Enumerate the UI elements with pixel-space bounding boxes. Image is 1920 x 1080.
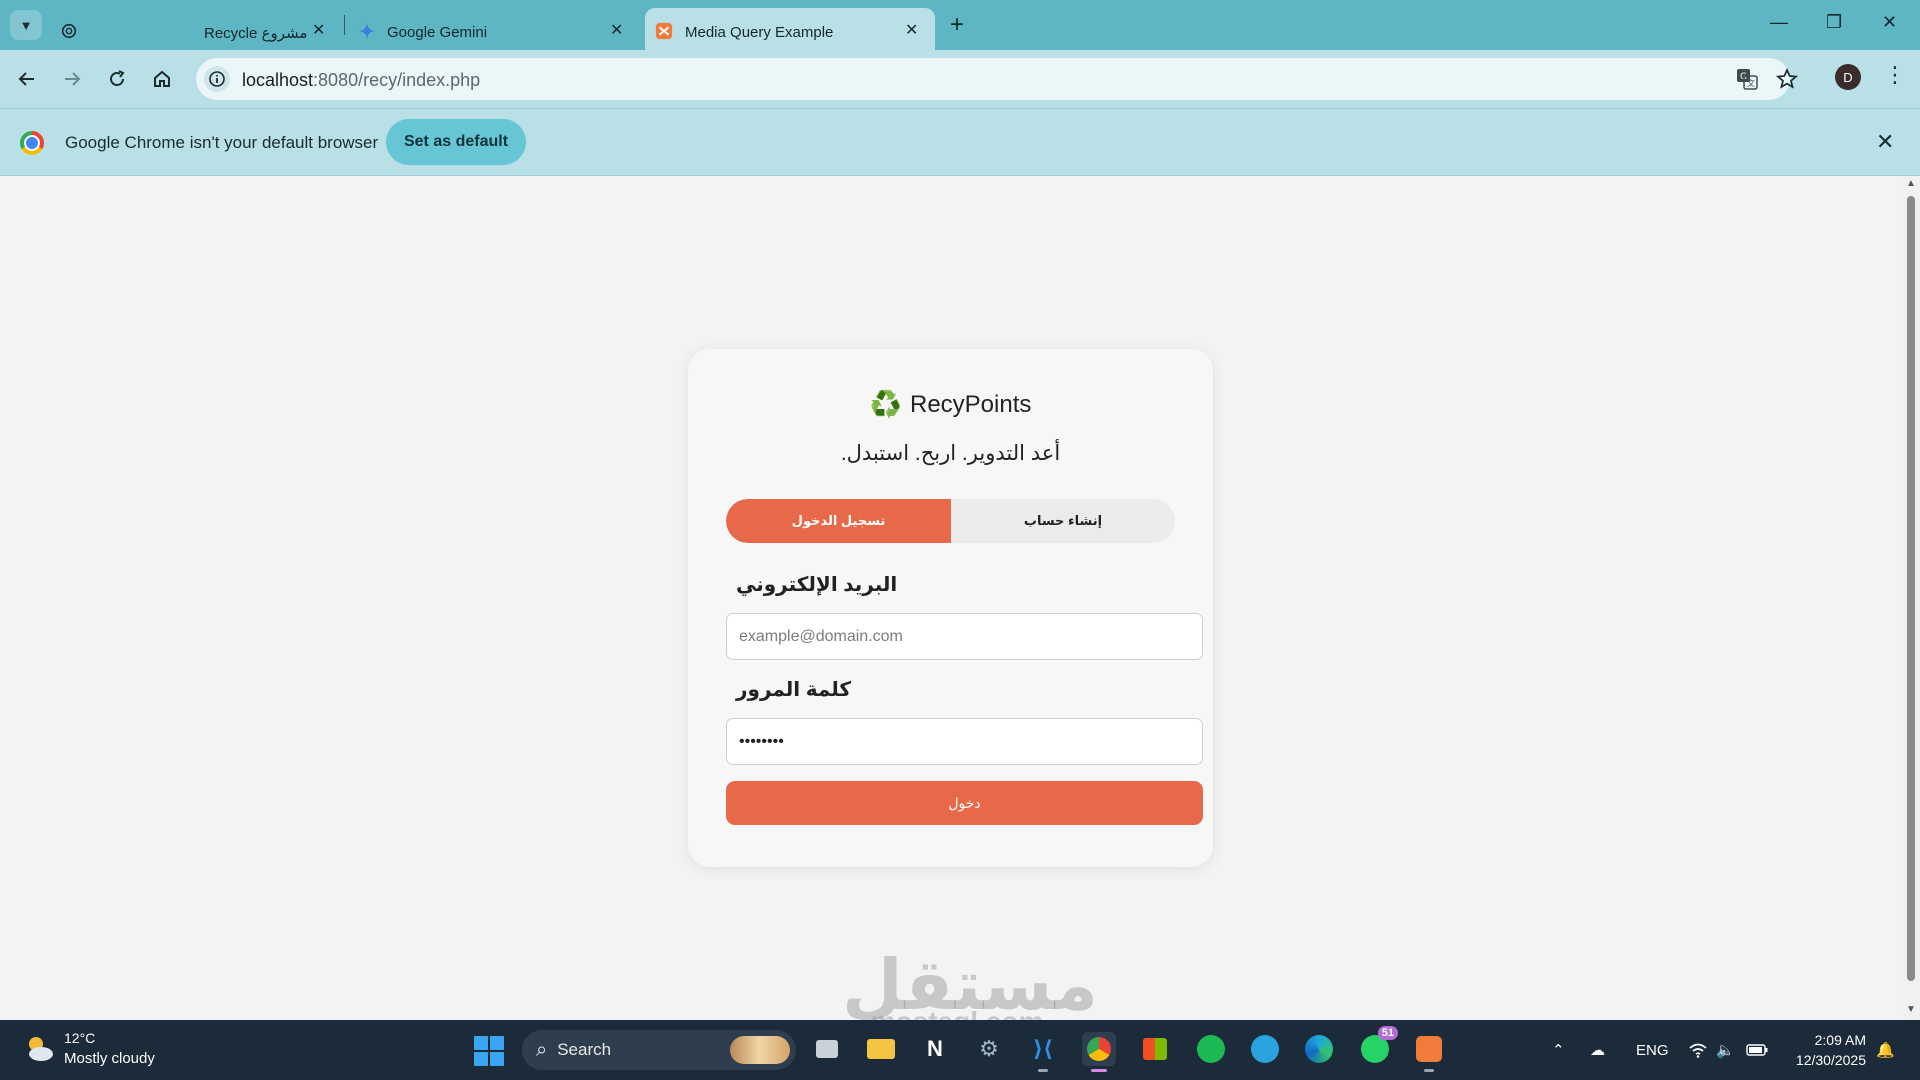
tab-gemini[interactable]: Google Gemini ✕	[350, 8, 640, 50]
tray-overflow-icon[interactable]: ⌃	[1552, 1020, 1565, 1080]
login-submit-button[interactable]: دخول	[726, 781, 1203, 825]
translate-icon[interactable]: G 文	[1736, 68, 1758, 90]
close-icon[interactable]: ✕	[1876, 129, 1894, 155]
password-input[interactable]: ••••••••	[726, 718, 1203, 765]
notion-icon[interactable]: N	[918, 1032, 952, 1066]
cloudy-weather-icon[interactable]	[22, 1032, 56, 1066]
profile-avatar[interactable]: D	[1835, 64, 1861, 90]
microsoft-store-icon[interactable]	[1138, 1032, 1172, 1066]
chatgpt-icon	[61, 23, 77, 39]
start-button[interactable]	[474, 1036, 504, 1066]
language-indicator[interactable]: ENG	[1636, 1020, 1669, 1080]
task-view-icon[interactable]	[810, 1032, 844, 1066]
url-host: localhost	[242, 70, 314, 90]
tab-recycle[interactable]: Recycle مشروع ✕	[50, 8, 340, 50]
url-text[interactable]: localhost:8080/recy/index.php	[242, 70, 480, 91]
home-icon	[154, 70, 170, 87]
home-button[interactable]	[145, 62, 179, 96]
recycle-icon: ♻️	[869, 389, 902, 419]
page-scrollbar[interactable]: ▲ ▼	[1902, 176, 1920, 1020]
window-close-icon[interactable]: ✕	[1882, 12, 1897, 33]
whatsapp-icon[interactable]: 51	[1358, 1026, 1398, 1066]
url-path: :8080/recy/index.php	[313, 70, 481, 90]
file-explorer-icon[interactable]	[864, 1032, 898, 1066]
clock[interactable]: 2:09 AM 12/30/2025	[1786, 1030, 1866, 1070]
brand-name: RecyPoints	[909, 390, 1032, 418]
weather-description[interactable]: Mostly cloudy	[64, 1050, 155, 1067]
scroll-thumb[interactable]	[1907, 196, 1915, 981]
tab-title: Media Query Example	[685, 24, 834, 41]
browser-toolbar: localhost:8080/recy/index.php G 文 D ⋮	[0, 50, 1920, 108]
clock-date: 12/30/2025	[1795, 1052, 1866, 1068]
info-icon	[209, 71, 225, 87]
volume-icon[interactable]: 🔈	[1716, 1020, 1735, 1080]
gemini-icon	[358, 22, 376, 40]
chrome-icon[interactable]	[1082, 1032, 1116, 1072]
tab-divider	[344, 15, 345, 35]
back-button[interactable]	[10, 62, 44, 96]
weather-temperature[interactable]: 12°C	[64, 1030, 95, 1046]
close-icon[interactable]: ✕	[905, 20, 918, 40]
xampp-taskbar-icon[interactable]	[1412, 1032, 1446, 1072]
tab-search-button[interactable]: ▼	[10, 10, 42, 40]
wifi-icon[interactable]	[1688, 1020, 1708, 1080]
set-default-button[interactable]: Set as default	[386, 119, 526, 165]
search-highlight-image	[730, 1036, 790, 1064]
email-input[interactable]: example@domain.com	[726, 613, 1203, 660]
telegram-icon[interactable]	[1248, 1032, 1282, 1066]
tab-strip: ▼ Recycle مشروع ✕ Google Gemini ✕ Media …	[0, 0, 1920, 50]
xampp-icon	[655, 22, 673, 40]
more-menu-icon[interactable]: ⋮	[1884, 64, 1906, 86]
windows-logo-icon	[474, 1036, 488, 1050]
brand: ♻️ RecyPoints	[688, 389, 1213, 420]
tab-title: Recycle مشروع	[204, 25, 308, 42]
infobar-message: Google Chrome isn't your default browser	[65, 133, 379, 152]
password-label: كلمة المرور	[736, 679, 852, 701]
svg-text:文: 文	[1747, 78, 1755, 88]
new-tab-button[interactable]: +	[950, 12, 964, 38]
tab-title: Google Gemini	[387, 24, 488, 41]
edge-icon[interactable]	[1302, 1032, 1336, 1066]
tab-login[interactable]: تسجيل الدخول	[726, 499, 951, 543]
battery-icon[interactable]	[1746, 1020, 1768, 1080]
scroll-up-icon[interactable]: ▲	[1906, 178, 1916, 189]
site-info-button[interactable]	[204, 66, 230, 92]
default-browser-infobar: Google Chrome isn't your default browser…	[0, 108, 1920, 176]
forward-button[interactable]	[55, 62, 89, 96]
watermark-latin: mostaql.com	[842, 1008, 1072, 1021]
clock-time: 2:09 AM	[1814, 1032, 1866, 1048]
arrow-right-icon	[65, 72, 81, 86]
watermark: مستقل mostaql.com	[842, 950, 1098, 1021]
search-label: Search	[557, 1040, 612, 1059]
bookmark-star-icon[interactable]	[1776, 68, 1798, 90]
tab-media-query[interactable]: Media Query Example ✕	[645, 8, 935, 50]
settings-gear-icon[interactable]: ⚙	[972, 1032, 1006, 1066]
close-icon[interactable]: ✕	[312, 20, 325, 40]
notification-bell-icon[interactable]: 🔔	[1876, 1020, 1895, 1080]
taskbar-search[interactable]: ⌕ Search	[522, 1030, 796, 1070]
onedrive-icon[interactable]: ☁	[1590, 1020, 1605, 1080]
windows-taskbar: 12°C Mostly cloudy ⌕ Search N ⚙ ⟩⟨ 51 ⌃ …	[0, 1020, 1920, 1080]
arrow-left-icon	[18, 72, 34, 86]
auth-tabs: تسجيل الدخول إنشاء حساب	[726, 499, 1175, 543]
tab-register[interactable]: إنشاء حساب	[951, 499, 1175, 543]
chevron-down-icon: ▼	[19, 17, 33, 33]
spotify-icon[interactable]	[1194, 1032, 1228, 1066]
vscode-icon[interactable]: ⟩⟨	[1026, 1032, 1060, 1072]
restore-icon[interactable]: ❐	[1826, 12, 1842, 33]
search-icon: ⌕	[536, 1038, 548, 1061]
address-bar[interactable]: localhost:8080/recy/index.php G 文	[196, 58, 1798, 100]
chrome-logo-icon	[20, 131, 44, 155]
close-icon[interactable]: ✕	[610, 20, 623, 40]
reload-icon	[110, 70, 125, 86]
minimize-icon[interactable]: —	[1770, 12, 1788, 33]
reload-button[interactable]	[100, 62, 134, 96]
tagline: .أعد التدوير. اربح. استبدل	[840, 442, 1061, 465]
whatsapp-badge: 51	[1377, 1026, 1398, 1040]
page-viewport: ♻️ RecyPoints .أعد التدوير. اربح. استبدل…	[0, 176, 1902, 1020]
email-label: البريد الإلكتروني	[736, 574, 898, 596]
login-card: ♻️ RecyPoints .أعد التدوير. اربح. استبدل…	[688, 349, 1213, 867]
scroll-down-icon[interactable]: ▼	[1906, 1004, 1916, 1015]
